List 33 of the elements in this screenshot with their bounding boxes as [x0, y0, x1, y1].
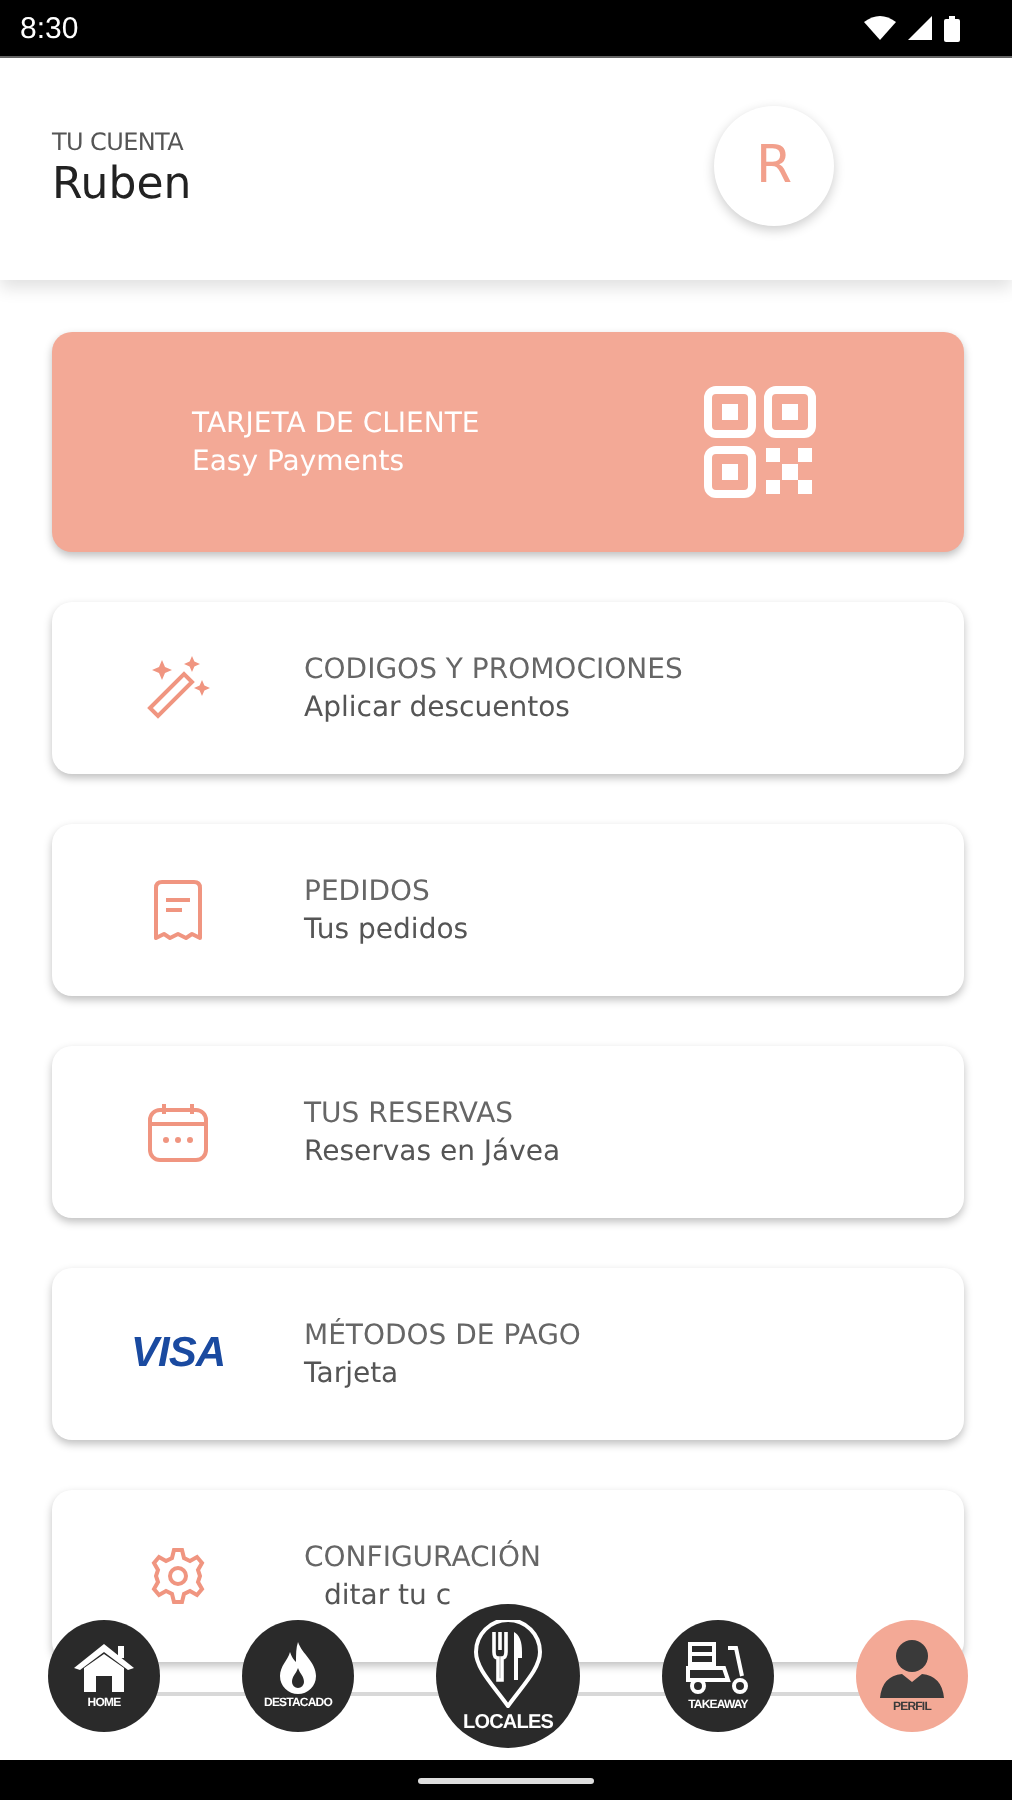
menu-title: TUS RESERVAS	[304, 1097, 516, 1129]
person-icon	[878, 1638, 946, 1698]
menu-card[interactable]: PEDIDOS Tus pedidos	[52, 824, 964, 996]
account-caption: TU CUENTA	[52, 128, 186, 156]
receipt-icon	[152, 878, 204, 942]
user-name: Ruben	[52, 160, 192, 210]
signal-icon	[908, 16, 932, 40]
menu-card[interactable]: CODIGOS Y PROMOCIONES Aplicar descuentos	[52, 602, 964, 774]
home-handle[interactable]	[418, 1777, 594, 1783]
battery-icon	[944, 15, 960, 41]
menu-title: CONFIGURACIÓN	[304, 1541, 541, 1573]
flame-icon	[278, 1642, 318, 1694]
calendar-icon	[148, 1102, 208, 1162]
menu-card[interactable]: TUS RESERVAS Reservas en Jávea	[52, 1046, 964, 1218]
clock-time: 8:30	[20, 11, 79, 45]
settings-icon	[150, 1548, 206, 1604]
house-icon	[72, 1642, 136, 1694]
menu-subtitle: Tus pedidos	[304, 913, 469, 945]
menu-card[interactable]: VISA MÉTODOS DE PAGO Tarjeta	[52, 1268, 964, 1440]
menu-subtitle: Reservas en Jávea	[304, 1135, 561, 1167]
menu-subtitle: Tarjeta	[304, 1357, 401, 1389]
wifi-icon	[864, 16, 896, 40]
qr-code-icon	[704, 386, 816, 498]
card-subtitle: Easy Payments	[192, 445, 407, 477]
card-brand-logo: VISA	[130, 1330, 225, 1378]
menu-title: MÉTODOS DE PAGO	[304, 1319, 581, 1351]
magic-wand-icon	[144, 656, 212, 720]
menu-title: CODIGOS Y PROMOCIONES	[304, 653, 683, 685]
fork-knife-pin-icon	[472, 1619, 544, 1707]
menu-title: PEDIDOS	[304, 875, 432, 907]
delivery-scooter-icon	[684, 1640, 752, 1696]
menu-subtitle: Aplicar descuentos	[304, 691, 572, 723]
card-title: TARJETA DE CLIENTE	[192, 407, 480, 439]
